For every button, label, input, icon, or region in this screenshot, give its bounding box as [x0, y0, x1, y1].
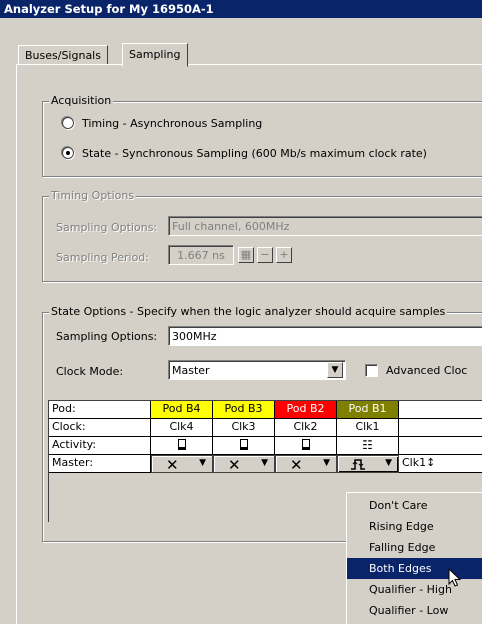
mouse-cursor-icon	[448, 568, 462, 587]
dont-care-icon: ✕	[290, 456, 303, 473]
pod-b2-master-select[interactable]: ✕ ▼	[275, 455, 337, 473]
row-label-clock: Clock:	[49, 419, 151, 437]
dont-care-icon: ✕	[166, 456, 179, 473]
both-edges-icon	[351, 459, 365, 470]
clock-mode-label: Clock Mode:	[56, 365, 124, 378]
chevron-down-icon[interactable]: ▼	[327, 362, 343, 378]
chevron-down-icon: ▼	[323, 458, 330, 468]
pod-b1-header: Pod B1	[337, 401, 399, 419]
timing-sampling-options-label: Sampling Options:	[56, 221, 158, 234]
chevron-down-icon: ▼	[385, 458, 392, 468]
tab-buses-signals[interactable]: Buses/Signals	[18, 45, 108, 65]
summary-header	[399, 401, 482, 419]
advanced-clocking-label[interactable]: Advanced Cloc	[386, 364, 467, 377]
sampling-period-label: Sampling Period:	[56, 251, 149, 264]
pod-b2-clock: Clk2	[275, 419, 337, 437]
clock-mode-select[interactable]: Master	[168, 360, 346, 380]
pod-b3-activity	[213, 437, 275, 455]
chevron-down-icon: ▼	[199, 458, 206, 468]
row-label-master: Master:	[49, 455, 151, 473]
radio-timing[interactable]	[62, 117, 74, 129]
window-title: Analyzer Setup for My 16950A-1	[0, 0, 482, 18]
state-options-legend: State Options - Specify when the logic a…	[49, 305, 448, 318]
calculator-icon[interactable]: ▦	[238, 247, 254, 263]
pod-b3-master-select[interactable]: ✕ ▼	[213, 455, 275, 473]
activity-toggling-icon: ☷	[362, 438, 373, 452]
pod-b4-activity	[151, 437, 213, 455]
row-label-pod: Pod:	[49, 401, 151, 419]
radio-state[interactable]	[62, 147, 74, 159]
menu-item-dont-care[interactable]: Don't Care	[347, 495, 482, 516]
dont-care-icon: ✕	[228, 456, 241, 473]
pod-b1-clock: Clk1	[337, 419, 399, 437]
master-clock-summary: Clk1↕	[399, 455, 482, 473]
timing-options-legend: Timing Options	[49, 189, 137, 202]
acquisition-legend: Acquisition	[49, 94, 114, 107]
pod-b2-header: Pod B2	[275, 401, 337, 419]
activity-icon	[177, 439, 186, 450]
state-sampling-options-field[interactable]: 300MHz	[168, 326, 482, 346]
master-edge-menu: Don't Care Rising Edge Falling Edge Both…	[346, 492, 482, 624]
chevron-down-icon: ▼	[261, 458, 268, 468]
sampling-period-field[interactable]: 1.667 ns	[168, 245, 234, 265]
acquisition-group: Acquisition	[42, 94, 482, 177]
row-label-activity: Activity:	[49, 437, 151, 455]
pod-b4-master-select[interactable]: ✕ ▼	[151, 455, 213, 473]
radio-timing-label[interactable]: Timing - Asynchronous Sampling	[82, 117, 262, 130]
state-sampling-options-label: Sampling Options:	[56, 330, 158, 343]
pod-b3-clock: Clk3	[213, 419, 275, 437]
pod-b1-master-select[interactable]: ▼	[337, 455, 399, 473]
pod-b4-header: Pod B4	[151, 401, 213, 419]
timing-sampling-options-field[interactable]: Full channel, 600MHz	[168, 216, 482, 236]
pod-b2-activity	[275, 437, 337, 455]
increment-button[interactable]: +	[276, 247, 292, 263]
advanced-clocking-checkbox[interactable]	[365, 364, 378, 377]
radio-state-label[interactable]: State - Synchronous Sampling (600 Mb/s m…	[82, 147, 427, 160]
timing-options-group: Timing Options	[42, 189, 482, 282]
menu-item-rising-edge[interactable]: Rising Edge	[347, 516, 482, 537]
menu-item-falling-edge[interactable]: Falling Edge	[347, 537, 482, 558]
summary-clock	[399, 419, 482, 437]
summary-activity	[399, 437, 482, 455]
tab-sampling[interactable]: Sampling	[122, 43, 188, 67]
decrement-button[interactable]: −	[257, 247, 273, 263]
menu-item-qualifier-low[interactable]: Qualifier - Low	[347, 600, 482, 621]
radio-state-dot	[66, 151, 70, 155]
pod-b1-activity: ☷	[337, 437, 399, 455]
pod-b4-clock: Clk4	[151, 419, 213, 437]
activity-icon	[239, 439, 248, 450]
pod-b3-header: Pod B3	[213, 401, 275, 419]
activity-icon	[301, 439, 310, 450]
